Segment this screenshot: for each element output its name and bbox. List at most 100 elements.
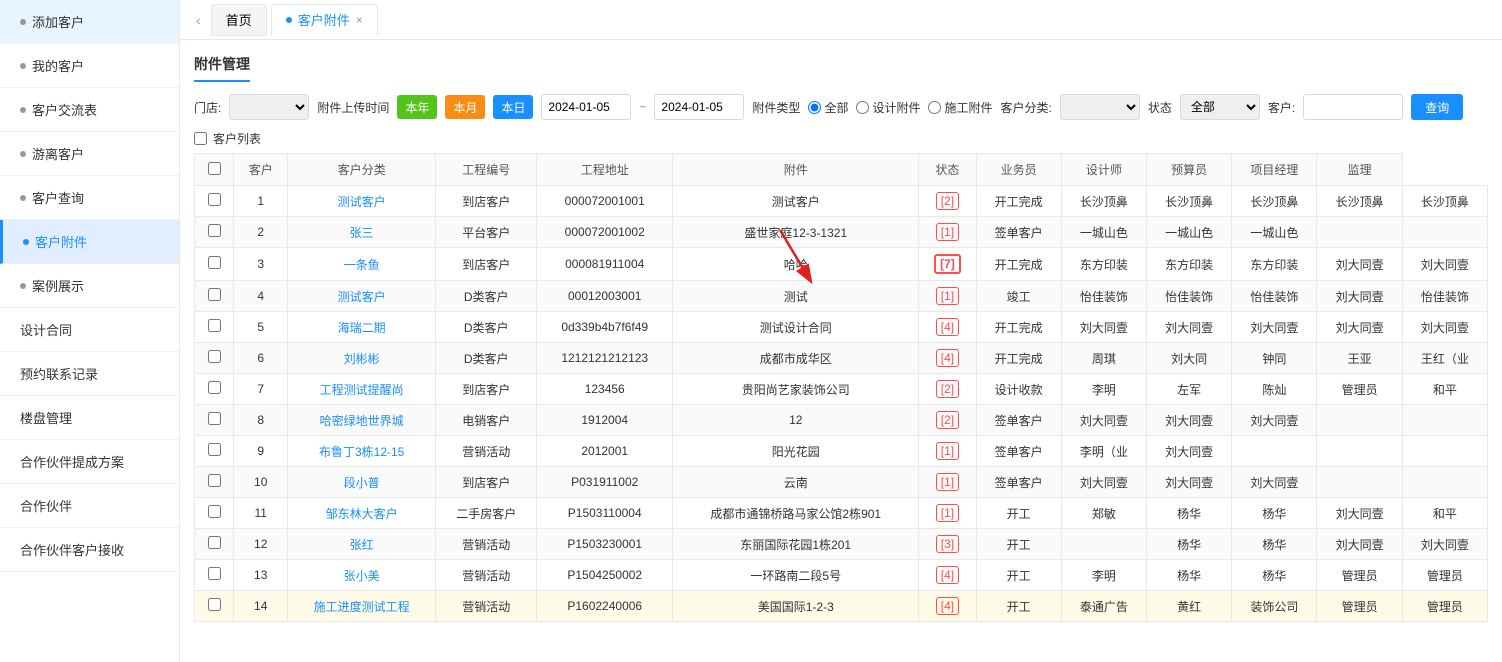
row-checkbox[interactable]	[208, 567, 221, 580]
row-checkbox[interactable]	[208, 536, 221, 549]
table-cell: 刘大同壹	[1147, 436, 1232, 467]
customer-link[interactable]: 海瑞二期	[338, 321, 386, 335]
sidebar-item-my-customer[interactable]: 我的客户	[0, 44, 179, 88]
tab-label: 首页	[226, 10, 252, 29]
row-checkbox[interactable]	[208, 598, 221, 611]
row-checkbox[interactable]	[208, 412, 221, 425]
attachment-type-label: 附件类型	[752, 99, 800, 116]
header-checkbox[interactable]	[208, 162, 221, 175]
table-cell: 到店客户	[436, 248, 537, 281]
row-checkbox[interactable]	[208, 224, 221, 237]
table-cell: 到店客户	[436, 467, 537, 498]
table-cell: 到店客户	[436, 186, 537, 217]
customer-link[interactable]: 施工进度测试工程	[314, 600, 410, 614]
table-cell: 哈密绿地世界城	[288, 405, 436, 436]
row-checkbox[interactable]	[208, 319, 221, 332]
query-button[interactable]: 查询	[1411, 94, 1463, 120]
sidebar-item-customer-query[interactable]: 客户查询	[0, 176, 179, 220]
table-cell	[1317, 436, 1402, 467]
row-checkbox[interactable]	[208, 193, 221, 206]
table-cell: P1504250002	[537, 560, 673, 591]
sidebar-item-wandering-customer[interactable]: 游离客户	[0, 132, 179, 176]
attachment-badge[interactable]: [1]	[936, 223, 959, 241]
row-checkbox[interactable]	[208, 288, 221, 301]
sidebar-item-partner-customer[interactable]: 合作伙伴客户接收	[0, 528, 179, 572]
attachment-badge[interactable]: [4]	[936, 597, 959, 615]
sidebar-item-customer-exchange[interactable]: 客户交流表	[0, 88, 179, 132]
table-cell	[195, 374, 234, 405]
tab-close-button[interactable]: ×	[356, 13, 363, 27]
attachment-badge[interactable]: [1]	[936, 287, 959, 305]
customer-category-select[interactable]	[1060, 94, 1140, 120]
attachment-badge[interactable]: [1]	[936, 504, 959, 522]
attachment-badge[interactable]: [2]	[936, 380, 959, 398]
customer-link[interactable]: 段小普	[344, 476, 380, 490]
radio-all[interactable]: 全部	[808, 99, 848, 116]
table-cell: 12	[234, 529, 288, 560]
tab-customer-attachment[interactable]: 客户附件×	[271, 4, 378, 36]
customer-table: 客户客户分类工程编号工程地址附件状态业务员设计师预算员项目经理监理 1测试客户到…	[194, 153, 1488, 622]
attachment-badge[interactable]: [2]	[936, 192, 959, 210]
attachment-badge[interactable]: [1]	[936, 473, 959, 491]
row-checkbox[interactable]	[208, 350, 221, 363]
store-select[interactable]	[229, 94, 309, 120]
row-checkbox[interactable]	[208, 381, 221, 394]
table-cell: 10	[234, 467, 288, 498]
sidebar-item-add-customer[interactable]: 添加客户	[0, 0, 179, 44]
sidebar-item-case-display[interactable]: 案例展示	[0, 264, 179, 308]
attachment-badge[interactable]: [7]	[934, 254, 961, 274]
radio-design[interactable]: 设计附件	[856, 99, 920, 116]
btn-month[interactable]: 本月	[445, 95, 485, 119]
tab-back-button[interactable]: ‹	[190, 12, 207, 28]
sidebar-item-appointment-record[interactable]: 预约联系记录	[0, 352, 179, 396]
customer-link[interactable]: 刘彬彬	[344, 352, 380, 366]
attachment-badge[interactable]: [4]	[936, 566, 959, 584]
sidebar-item-building-management[interactable]: 楼盘管理	[0, 396, 179, 440]
table-cell: 东方印装	[1232, 248, 1317, 281]
sidebar-item-design-contract[interactable]: 设计合同	[0, 308, 179, 352]
customer-link[interactable]: 测试客户	[338, 195, 386, 209]
customer-link[interactable]: 布鲁丁3栋12-15	[319, 445, 404, 459]
customer-link[interactable]: 张红	[350, 538, 374, 552]
attachment-badge[interactable]: [4]	[936, 318, 959, 336]
sidebar-item-partner[interactable]: 合作伙伴	[0, 484, 179, 528]
row-checkbox[interactable]	[208, 443, 221, 456]
attachment-badge[interactable]: [3]	[936, 535, 959, 553]
customer-link[interactable]: 哈密绿地世界城	[320, 414, 404, 428]
customer-input[interactable]	[1303, 94, 1403, 120]
table-cell: 阳光花园	[673, 436, 919, 467]
customer-link[interactable]: 测试客户	[338, 290, 386, 304]
date-start-input[interactable]	[541, 94, 631, 120]
select-all-checkbox[interactable]	[194, 132, 207, 145]
status-select[interactable]: 全部	[1180, 94, 1260, 120]
btn-year[interactable]: 本年	[397, 95, 437, 119]
table-cell: 一城山色	[1232, 217, 1317, 248]
attachment-badge[interactable]: [4]	[936, 349, 959, 367]
customer-link[interactable]: 张小美	[344, 569, 380, 583]
btn-day[interactable]: 本日	[493, 95, 533, 119]
customer-link[interactable]: 一条鱼	[344, 258, 380, 272]
sidebar-item-partner-proposal[interactable]: 合作伙伴提成方案	[0, 440, 179, 484]
sidebar-dot	[20, 195, 26, 201]
tab-home[interactable]: 首页	[211, 4, 267, 36]
radio-construction[interactable]: 施工附件	[928, 99, 992, 116]
table-cell: 刘大同壹	[1061, 467, 1146, 498]
sidebar-item-customer-attachment[interactable]: 客户附件	[0, 220, 179, 264]
row-checkbox[interactable]	[208, 474, 221, 487]
table-cell: 邹东林大客户	[288, 498, 436, 529]
table-cell: 刘大同壹	[1402, 312, 1487, 343]
attachment-badge[interactable]: [1]	[936, 442, 959, 460]
table-cell	[1402, 217, 1487, 248]
table-cell	[1402, 405, 1487, 436]
row-checkbox[interactable]	[208, 505, 221, 518]
date-end-input[interactable]	[654, 94, 744, 120]
table-cell: 开工	[976, 591, 1061, 622]
table-cell	[195, 343, 234, 374]
customer-link[interactable]: 张三	[350, 226, 374, 240]
customer-link[interactable]: 邹东林大客户	[326, 507, 398, 521]
row-checkbox[interactable]	[208, 256, 221, 269]
table-cell: 6	[234, 343, 288, 374]
attachment-badge[interactable]: [2]	[936, 411, 959, 429]
customer-link[interactable]: 工程测试提醒尚	[320, 383, 404, 397]
sidebar-item-label: 合作伙伴客户接收	[20, 540, 124, 559]
